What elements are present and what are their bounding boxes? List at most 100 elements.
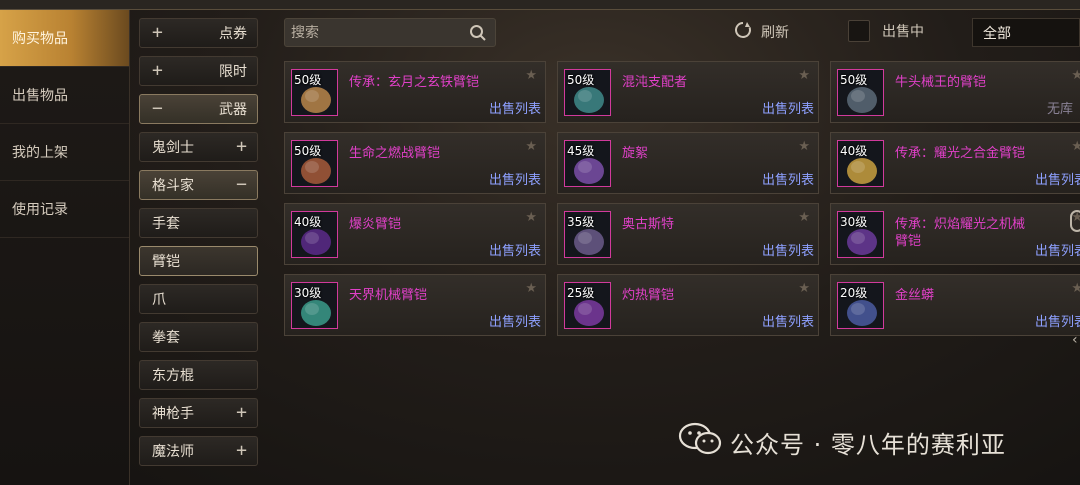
sale-list-link[interactable]: 出售列表 (1035, 169, 1080, 188)
item-card[interactable]: 50级 传承：玄月之玄铁臂铠 ★ 出售列表 (284, 61, 546, 123)
refresh-button[interactable]: 刷新 (733, 20, 789, 44)
sale-list-link[interactable]: 出售列表 (762, 169, 814, 188)
nav-label: 使用记录 (12, 202, 68, 218)
item-name: 传承：玄月之玄铁臂铠 (349, 75, 480, 90)
item-name: 生命之燃战臂铠 (349, 146, 441, 161)
sale-list-link[interactable]: 出售列表 (489, 98, 541, 117)
star-icon[interactable]: ★ (1071, 139, 1080, 154)
category-tonfa[interactable]: 东方棍 (139, 360, 258, 390)
refresh-label: 刷新 (761, 25, 789, 41)
star-icon[interactable]: ★ (525, 210, 537, 225)
item-level: 50级 (840, 73, 868, 87)
category-label: 东方棍 (152, 368, 194, 384)
item-thumbnail: 50级 (837, 69, 884, 116)
item-name: 灼热臂铠 (622, 288, 675, 303)
item-card[interactable]: 30级传承：炽焰耀光之机械臂铠★出售列表 (830, 203, 1080, 265)
star-icon[interactable]: ★ (798, 281, 810, 296)
star-icon[interactable]: ★ (1071, 281, 1080, 296)
item-card[interactable]: 50级 生命之燃战臂铠 ★ 出售列表 (284, 132, 546, 194)
nav-my-listings[interactable]: 我的上架 (0, 124, 129, 181)
sale-list-link[interactable]: 出售列表 (1035, 240, 1080, 259)
filter-select[interactable]: 全部 (972, 18, 1080, 47)
category-label: 鬼剑士 (152, 140, 194, 156)
nav-label: 我的上架 (12, 145, 68, 161)
onsale-label: 出售中 (882, 24, 924, 40)
item-level: 35级 (567, 215, 595, 229)
nav-sell-items[interactable]: 出售物品 (0, 67, 129, 124)
item-thumbnail: 40级 (837, 140, 884, 187)
sale-list-link[interactable]: 出售列表 (489, 311, 541, 330)
category-knuckle[interactable]: 拳套 (139, 322, 258, 352)
star-icon[interactable]: ★ (798, 139, 810, 154)
category-gauntlet[interactable]: 臂铠 (139, 246, 258, 276)
category-cash[interactable]: + 点券 (139, 18, 258, 48)
nav-usage-history[interactable]: 使用记录 (0, 181, 129, 238)
category-gloves[interactable]: 手套 (139, 208, 258, 238)
plus-icon: + (152, 60, 163, 81)
item-card[interactable]: 30级 天界机械臂铠 ★ 出售列表 (284, 274, 546, 336)
filter-value: 全部 (983, 25, 1011, 42)
category-claw[interactable]: 爪 (139, 284, 258, 314)
item-level: 30级 (840, 215, 868, 229)
item-level: 20级 (840, 286, 868, 300)
sale-list-link[interactable]: 出售列表 (489, 169, 541, 188)
category-slayer[interactable]: 鬼剑士 + (139, 132, 258, 162)
star-icon[interactable]: ★ (525, 281, 537, 296)
onsale-checkbox[interactable] (848, 20, 870, 42)
item-thumbnail: 50级 (564, 69, 611, 116)
item-card[interactable]: 40级 爆炎臂铠 ★ 出售列表 (284, 203, 546, 265)
item-thumbnail: 35级 (564, 211, 611, 258)
item-thumbnail: 45级 (564, 140, 611, 187)
item-thumbnail: 50级 (291, 140, 338, 187)
category-mage[interactable]: 魔法师 + (139, 436, 258, 466)
star-icon[interactable]: ★ (798, 68, 810, 83)
search-input[interactable] (285, 19, 465, 46)
search-icon[interactable] (469, 24, 487, 46)
item-name: 传承：炽焰耀光之机械臂铠 (895, 217, 1026, 249)
arrow-left-icon[interactable]: ‹ (1072, 332, 1078, 348)
category-gunner[interactable]: 神枪手 + (139, 398, 258, 428)
side-handle-icon[interactable] (1070, 210, 1080, 232)
star-icon[interactable]: ★ (525, 139, 537, 154)
category-label: 限时 (219, 64, 247, 80)
item-name: 爆炎臂铠 (349, 217, 402, 232)
item-name: 旋絮 (622, 146, 649, 161)
nav-label: 购买物品 (12, 31, 68, 47)
item-level: 50级 (294, 144, 322, 158)
sale-list-link[interactable]: 出售列表 (1035, 311, 1080, 330)
item-card[interactable]: 25级 灼热臂铠 ★ 出售列表 (557, 274, 819, 336)
item-card[interactable]: 50级 牛头械王的臂铠 ★ 无库 (830, 61, 1080, 123)
category-fighter[interactable]: 格斗家 − (139, 170, 258, 200)
item-card[interactable]: 45级 旋絮 ★ 出售列表 (557, 132, 819, 194)
nav-buy-items[interactable]: 购买物品 (0, 10, 129, 67)
item-card[interactable]: 40级 传承：耀光之合金臂铠 ★ 出售列表 (830, 132, 1080, 194)
sale-list-link[interactable]: 出售列表 (489, 240, 541, 259)
category-label: 神枪手 (152, 406, 194, 422)
item-level: 40级 (840, 144, 868, 158)
top-band (0, 0, 1080, 10)
item-thumbnail: 20级 (837, 282, 884, 329)
watermark-text: 公众号 · 零八年的赛利亚 (730, 430, 1006, 459)
star-icon[interactable]: ★ (798, 210, 810, 225)
sale-list-link[interactable]: 出售列表 (762, 98, 814, 117)
nav-label: 出售物品 (12, 88, 68, 104)
item-card[interactable]: 35级 奥古斯特 ★ 出售列表 (557, 203, 819, 265)
item-thumbnail: 30级 (837, 211, 884, 258)
plus-icon: + (236, 402, 247, 423)
watermark: 公众号 · 零八年的赛利亚 (678, 422, 1006, 462)
item-card[interactable]: 20级 金丝蟒 ★ 出售列表 (830, 274, 1080, 336)
item-card[interactable]: 50级 混沌支配者 ★ 出售列表 (557, 61, 819, 123)
category-label: 拳套 (152, 330, 180, 346)
category-limited[interactable]: + 限时 (139, 56, 258, 86)
star-icon[interactable]: ★ (525, 68, 537, 83)
minus-icon: − (152, 98, 163, 119)
sale-list-link[interactable]: 出售列表 (762, 240, 814, 259)
item-name: 混沌支配者 (622, 75, 688, 90)
category-weapon[interactable]: − 武器 (139, 94, 258, 124)
onsale-toggle[interactable]: 出售中 (848, 20, 924, 42)
star-icon[interactable]: ★ (1071, 68, 1080, 83)
item-thumbnail: 50级 (291, 69, 338, 116)
item-level: 40级 (294, 215, 322, 229)
sale-list-link[interactable]: 出售列表 (762, 311, 814, 330)
minus-icon: − (236, 174, 247, 195)
